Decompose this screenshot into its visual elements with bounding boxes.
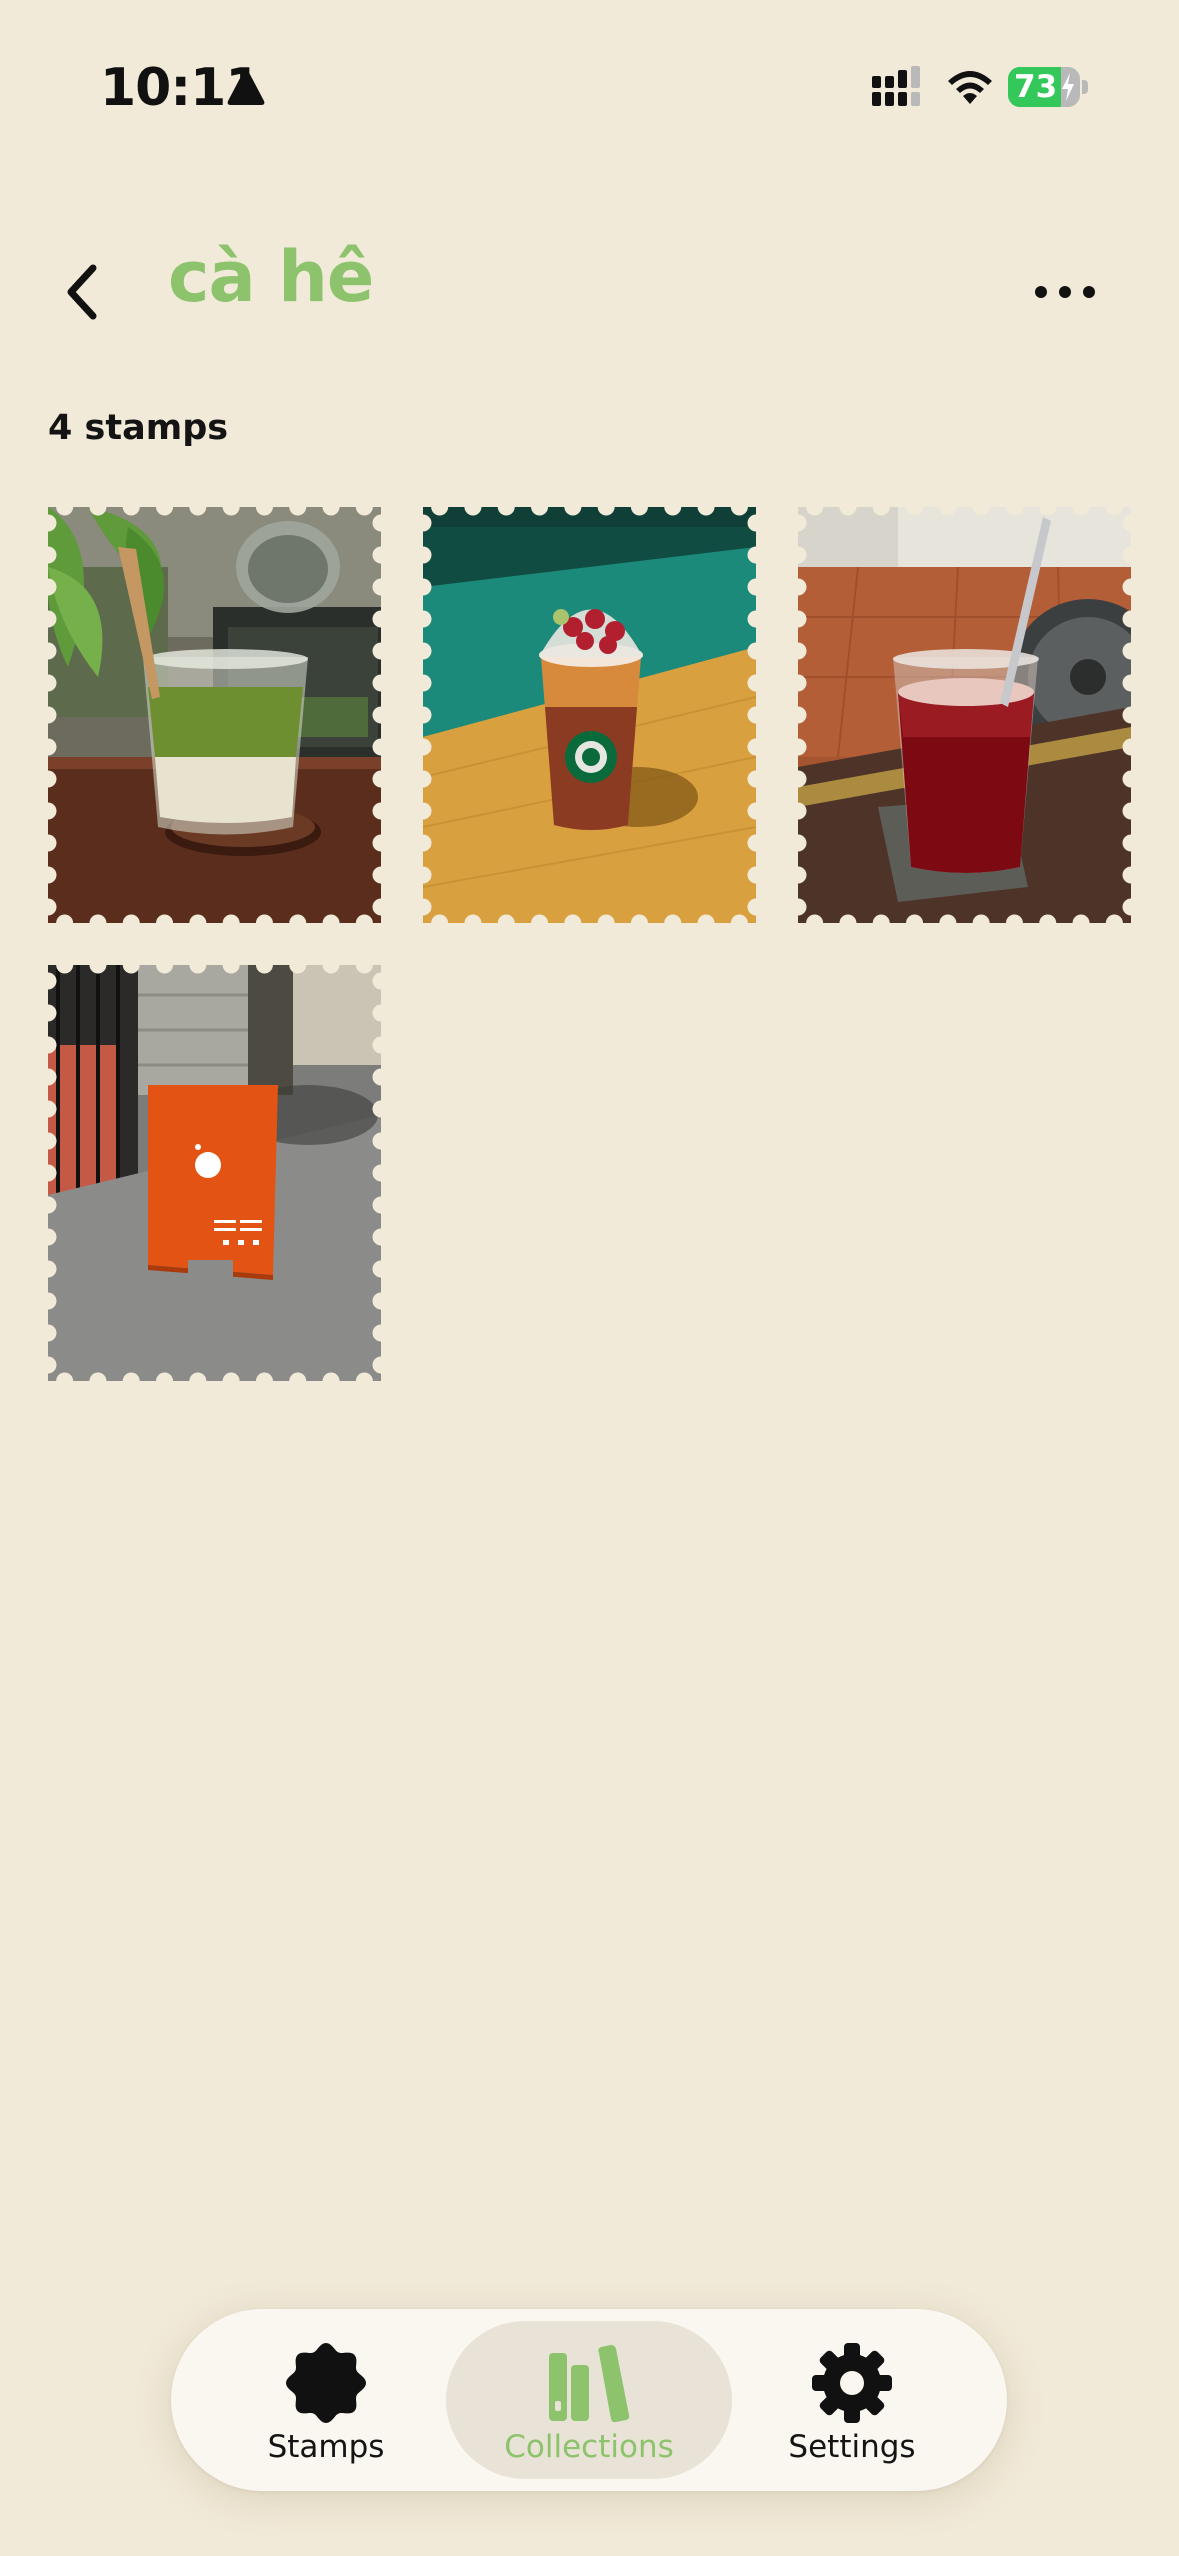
stamp-card[interactable] <box>48 965 381 1381</box>
alert-triangle-icon <box>227 71 265 105</box>
status-bar: 10:11 73 <box>0 0 1179 175</box>
stamp-card[interactable] <box>48 507 381 923</box>
stamp-count: 4 stamps <box>48 408 229 448</box>
books-icon <box>549 2345 630 2423</box>
battery-level: 73 <box>1014 69 1058 105</box>
chevron-left-icon <box>67 264 97 320</box>
stamp-photo-red-tea <box>798 507 1131 923</box>
gear-icon <box>812 2343 892 2423</box>
stamp-card[interactable] <box>798 507 1131 923</box>
wifi-icon <box>948 71 992 104</box>
stamp-badge-icon <box>286 2343 366 2423</box>
charging-bolt-icon <box>1062 73 1074 101</box>
tab-collections-label: Collections <box>504 2429 674 2465</box>
stamp-photo-matcha <box>48 507 381 923</box>
stamp-photo-starbucks <box>423 507 756 923</box>
tab-settings-label: Settings <box>788 2429 916 2465</box>
tab-stamps-label: Stamps <box>267 2429 385 2465</box>
ellipsis-icon <box>1035 286 1095 298</box>
back-button[interactable] <box>55 252 115 332</box>
page-title: cà hê <box>168 236 374 318</box>
stamp-card[interactable] <box>423 507 756 923</box>
tab-collections[interactable]: Collections <box>446 2321 732 2479</box>
more-options-button[interactable] <box>1030 270 1100 314</box>
tab-settings[interactable]: Settings <box>737 2321 967 2479</box>
stamp-photo-cafe-sign <box>48 965 381 1381</box>
battery-indicator: 73 <box>1008 67 1088 107</box>
cellular-signal-icon <box>872 66 920 106</box>
tab-stamps[interactable]: Stamps <box>211 2321 441 2479</box>
tab-bar: Stamps Collections Settings <box>171 2309 1007 2491</box>
